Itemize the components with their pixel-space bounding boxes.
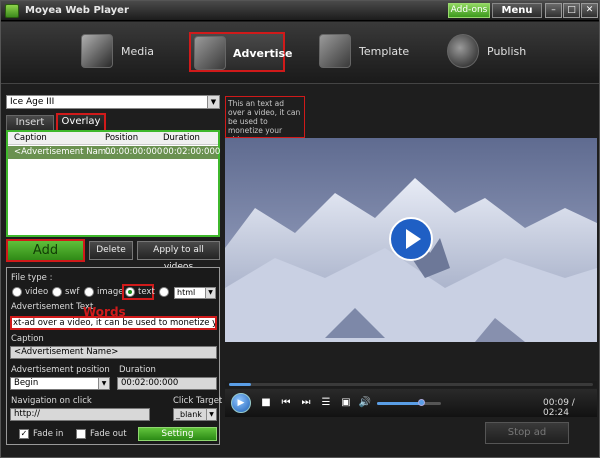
click-target-select[interactable]: _blank ▼ (173, 408, 217, 421)
addons-button[interactable]: Add-ons (448, 3, 490, 18)
radio-html[interactable] (159, 287, 169, 297)
caption-label: Caption (11, 334, 44, 344)
minimize-button[interactable]: – (545, 3, 562, 18)
click-target-value: _blank (176, 410, 202, 419)
navigation-label: Navigation on click (11, 396, 92, 406)
setting-button[interactable]: Setting (138, 427, 217, 441)
publish-icon (447, 34, 479, 68)
ad-list-row[interactable]: <Advertisement Nam... 00:00:00:000 00:02… (8, 146, 221, 159)
radio-video[interactable] (12, 287, 22, 297)
fade-out-label: Fade out (90, 429, 127, 439)
chevron-down-icon[interactable]: ▼ (206, 409, 216, 420)
clip-select[interactable]: Ice Age III ▼ (6, 95, 220, 109)
progress-track[interactable] (229, 383, 593, 386)
navigation-url-input[interactable]: http:// (10, 408, 150, 421)
tab-insert[interactable]: Insert (6, 115, 54, 130)
template-icon (319, 34, 351, 68)
chevron-down-icon[interactable]: ▼ (205, 288, 215, 298)
stop-ad-button[interactable]: Stop ad (485, 422, 569, 444)
maximize-button[interactable]: □ (563, 3, 580, 18)
ad-overlay-preview-text: This an text ad over a video, it can be … (225, 96, 305, 138)
ad-text-label: Advertisement Text (11, 302, 94, 312)
media-stack-icon (194, 36, 226, 70)
step-template-label: Template (359, 45, 410, 58)
step-media-label: Media (121, 45, 155, 58)
ad-list-header: Caption Position Duration (8, 132, 218, 145)
volume-slider[interactable] (377, 399, 441, 406)
step-media[interactable]: Media (81, 32, 181, 72)
column-header-duration: Duration (163, 133, 200, 143)
title-bar: Moyea Web Player Add-ons Menu – □ ✕ (1, 1, 599, 21)
play-icon[interactable]: ▶ (231, 393, 251, 413)
step-template[interactable]: Template (319, 32, 429, 72)
radio-swf[interactable] (52, 287, 62, 297)
delete-button[interactable]: Delete (89, 241, 133, 260)
apply-all-button[interactable]: Apply to all videos (137, 241, 220, 272)
radio-video-label: video (25, 287, 49, 297)
stop-icon[interactable]: ■ (259, 396, 273, 410)
playlist-icon[interactable]: ☰ (319, 396, 333, 410)
position-select[interactable]: Begin ▼ (10, 377, 110, 390)
previous-icon[interactable]: ⏮ (279, 396, 293, 410)
position-label: Advertisement position (11, 365, 110, 375)
column-header-caption: Caption (14, 133, 47, 143)
caption-input[interactable]: <Advertisement Name> (10, 346, 217, 359)
fade-in-checkbox[interactable]: ✓ (19, 429, 29, 439)
radio-image[interactable] (84, 287, 94, 297)
add-button[interactable]: Add (6, 239, 85, 262)
column-header-position: Position (105, 133, 139, 143)
fullscreen-icon[interactable]: ▣ (339, 396, 353, 410)
ad-list[interactable]: Caption Position Duration <Advertisement… (6, 130, 220, 237)
position-select-value: Begin (14, 378, 39, 388)
fade-in-label: Fade in (33, 429, 64, 439)
close-button[interactable]: ✕ (581, 3, 598, 18)
progress-fill (229, 383, 251, 386)
row-position: 00:00:00:000 (105, 147, 163, 157)
row-caption: <Advertisement Nam... (14, 147, 115, 157)
clip-select-value: Ice Age III (10, 97, 55, 107)
radio-image-label: image (97, 287, 124, 297)
row-duration: 00:02:00:000 (163, 147, 221, 157)
time-display: 00:09 / 02:24 (543, 398, 575, 418)
app-logo-icon (5, 4, 19, 18)
tab-overlay[interactable]: Overlay (56, 113, 106, 130)
app-window: Moyea Web Player Add-ons Menu – □ ✕ Medi… (0, 0, 600, 458)
ad-text-input[interactable]: xt-ad over a video, it can be used to mo… (10, 316, 217, 330)
duration-input[interactable]: 00:02:00:000 (117, 377, 217, 390)
app-title: Moyea Web Player (25, 5, 129, 16)
player-controls: ▶ ■ ⏮ ⏭ ☰ ▣ 🔊 00:09 / 02:24 (225, 389, 597, 418)
step-publish-label: Publish (487, 45, 527, 58)
volume-knob[interactable] (417, 399, 425, 406)
radio-text-label: text (138, 287, 155, 297)
step-advertise-label: Advertise (233, 47, 293, 60)
big-play-icon[interactable] (388, 216, 434, 262)
step-navigation: Media Advertise Template Publish (1, 22, 599, 84)
click-target-label: Click Target (173, 396, 223, 406)
radio-swf-label: swf (65, 287, 80, 297)
html-select[interactable]: html ▼ (174, 287, 216, 299)
html-select-value: html (177, 288, 196, 297)
progress-bar[interactable] (225, 381, 597, 388)
radio-text[interactable] (125, 287, 135, 297)
volume-fill (377, 402, 422, 405)
film-reel-icon (81, 34, 113, 68)
step-advertise[interactable]: Advertise (189, 32, 292, 72)
chevron-down-icon[interactable]: ▼ (98, 378, 109, 389)
next-icon[interactable]: ⏭ (299, 396, 313, 410)
menu-button[interactable]: Menu (492, 3, 542, 18)
duration-label: Duration (119, 365, 156, 375)
volume-icon[interactable]: 🔊 (358, 396, 372, 410)
fade-out-checkbox[interactable] (76, 429, 86, 439)
step-publish[interactable]: Publish (447, 32, 547, 72)
chevron-down-icon[interactable]: ▼ (207, 96, 219, 108)
file-type-label: File type : (11, 273, 53, 283)
